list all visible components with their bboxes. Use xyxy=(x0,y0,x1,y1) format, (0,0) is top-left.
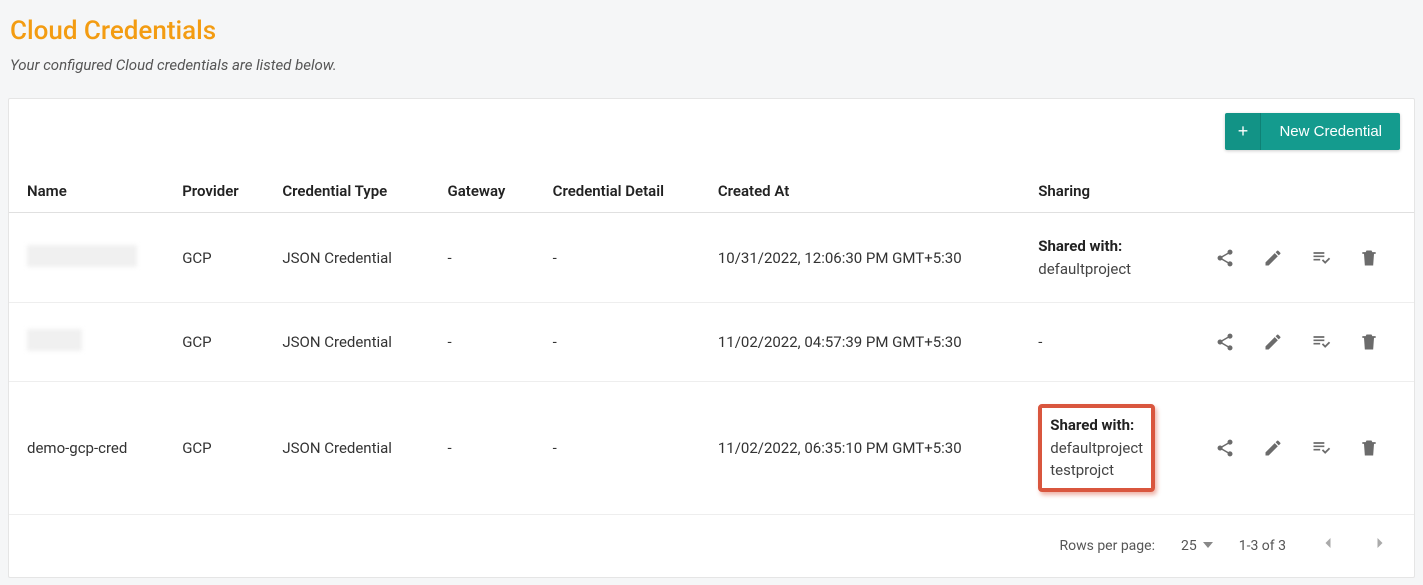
th-name: Name xyxy=(9,170,164,213)
caret-down-icon xyxy=(1203,538,1213,554)
th-sharing: Sharing xyxy=(1020,170,1190,213)
table-row: GCP JSON Credential - - 10/31/2022, 12:0… xyxy=(9,213,1414,303)
cell-sharing: Shared with:defaultprojecttestprojct xyxy=(1020,382,1190,515)
rows-per-page-label: Rows per page: xyxy=(1059,538,1154,554)
row-actions xyxy=(1190,382,1414,515)
redacted-name xyxy=(27,329,82,351)
sharing-label: Shared with: xyxy=(1050,414,1143,437)
playlist-check-icon[interactable] xyxy=(1304,241,1338,275)
cell-gateway: - xyxy=(430,213,535,303)
share-icon[interactable] xyxy=(1208,325,1242,359)
row-actions xyxy=(1190,303,1414,382)
playlist-check-icon[interactable] xyxy=(1304,325,1338,359)
cell-name: demo-gcp-cred xyxy=(9,382,164,515)
cell-credential-detail: - xyxy=(535,213,700,303)
pager xyxy=(1312,531,1396,561)
pencil-icon[interactable] xyxy=(1256,431,1290,465)
sharing-item: defaultproject xyxy=(1038,258,1172,281)
trash-icon[interactable] xyxy=(1352,431,1386,465)
table-footer: Rows per page: 25 1-3 of 3 xyxy=(9,515,1414,577)
rows-per-page-value: 25 xyxy=(1181,538,1197,554)
cell-credential-detail: - xyxy=(535,382,700,515)
th-actions xyxy=(1190,170,1414,213)
pencil-icon[interactable] xyxy=(1256,241,1290,275)
redacted-name xyxy=(27,245,137,267)
cell-name xyxy=(9,213,164,303)
plus-icon: + xyxy=(1225,113,1261,150)
cell-credential-detail: - xyxy=(535,303,700,382)
credential-name: demo-gcp-cred xyxy=(27,439,127,457)
toolbar: + New Credential xyxy=(9,99,1414,170)
cell-provider: GCP xyxy=(164,382,264,515)
page-subtitle: Your configured Cloud credentials are li… xyxy=(10,56,1415,74)
cell-gateway: - xyxy=(430,382,535,515)
cell-credential-type: JSON Credential xyxy=(264,303,429,382)
rows-per-page-select[interactable]: 25 xyxy=(1181,538,1213,554)
cell-credential-type: JSON Credential xyxy=(264,382,429,515)
new-credential-label: New Credential xyxy=(1261,113,1400,150)
cell-provider: GCP xyxy=(164,213,264,303)
cell-created-at: 10/31/2022, 12:06:30 PM GMT+5:30 xyxy=(700,213,1020,303)
cell-provider: GCP xyxy=(164,303,264,382)
cell-sharing: Shared with:defaultproject xyxy=(1020,213,1190,303)
sharing-none: - xyxy=(1038,333,1042,351)
highlight-box: Shared with:defaultprojecttestprojct xyxy=(1038,404,1155,492)
th-provider: Provider xyxy=(164,170,264,213)
sharing-item: defaultproject xyxy=(1050,437,1143,460)
page-title: Cloud Credentials xyxy=(10,16,1415,46)
row-actions xyxy=(1190,213,1414,303)
range-text: 1-3 of 3 xyxy=(1239,538,1286,554)
pencil-icon[interactable] xyxy=(1256,325,1290,359)
th-gateway: Gateway xyxy=(430,170,535,213)
sharing-item: testprojct xyxy=(1050,459,1143,482)
table-row: GCP JSON Credential - - 11/02/2022, 04:5… xyxy=(9,303,1414,382)
table-row: demo-gcp-cred GCP JSON Credential - - 11… xyxy=(9,382,1414,515)
share-icon[interactable] xyxy=(1208,241,1242,275)
trash-icon[interactable] xyxy=(1352,241,1386,275)
th-created-at: Created At xyxy=(700,170,1020,213)
cell-credential-type: JSON Credential xyxy=(264,213,429,303)
new-credential-button[interactable]: + New Credential xyxy=(1225,113,1400,150)
share-icon[interactable] xyxy=(1208,431,1242,465)
cell-created-at: 11/02/2022, 06:35:10 PM GMT+5:30 xyxy=(700,382,1020,515)
cell-sharing: - xyxy=(1020,303,1190,382)
sharing-label: Shared with: xyxy=(1038,235,1172,258)
credentials-card: + New Credential Name Provider Credentia… xyxy=(8,98,1415,578)
cell-created-at: 11/02/2022, 04:57:39 PM GMT+5:30 xyxy=(700,303,1020,382)
credentials-table: Name Provider Credential Type Gateway Cr… xyxy=(9,170,1414,515)
th-credential-type: Credential Type xyxy=(264,170,429,213)
playlist-check-icon[interactable] xyxy=(1304,431,1338,465)
prev-page-button[interactable] xyxy=(1312,531,1344,561)
cell-name xyxy=(9,303,164,382)
trash-icon[interactable] xyxy=(1352,325,1386,359)
th-credential-detail: Credential Detail xyxy=(535,170,700,213)
next-page-button[interactable] xyxy=(1364,531,1396,561)
cell-gateway: - xyxy=(430,303,535,382)
